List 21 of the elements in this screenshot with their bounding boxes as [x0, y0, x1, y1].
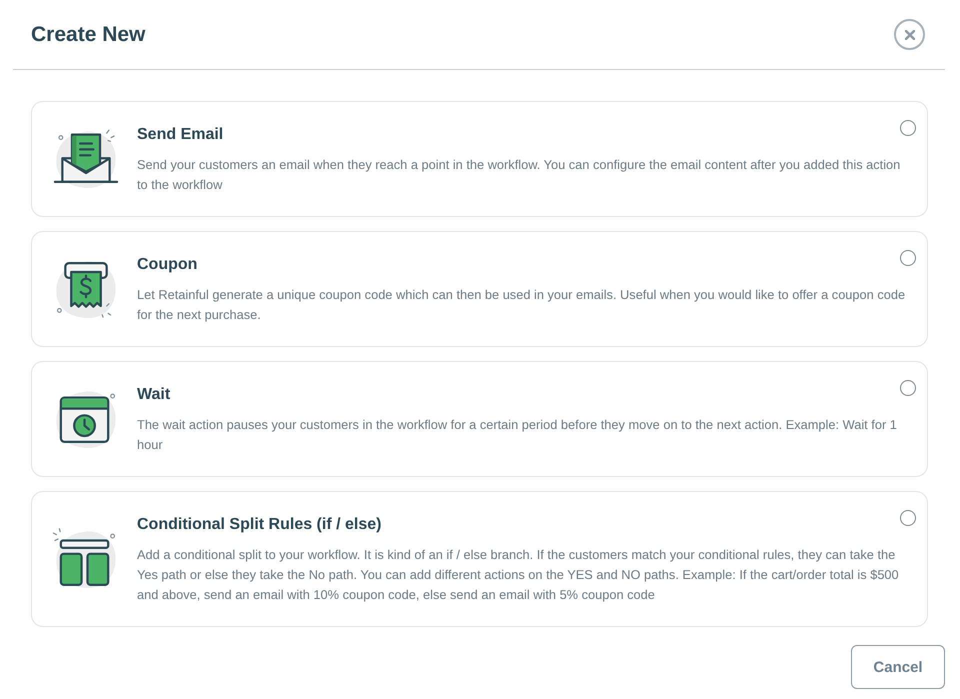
cancel-button[interactable]: Cancel	[851, 645, 945, 689]
option-card[interactable]: Coupon Let Retainful generate a unique coupon code which can then be used in your emails. Useful when you would like to offer a coupon code for the next purchase.	[31, 231, 928, 347]
option-description: Add a conditional split to your workflow. It is kind of an if / else branch. If the customers match your conditional rules, they can take the Yes path or else they take the No path. You can add different actions on the YES and NO paths. Example: If the cart/order total is $500 and above, send an email with 10% coupon code, else send an email with 5% coupon code	[137, 546, 900, 604]
option-title: Conditional Split Rules (if / else)	[137, 515, 382, 535]
option-description: Let Retainful generate a unique coupon code which can then be used in your emails. Useful when you would like to offer a coupon code for the next purchase.	[137, 286, 906, 324]
radio-button[interactable]	[900, 250, 916, 266]
envelope-letter-icon	[52, 127, 120, 191]
option-description: Send your customers an email when they reach a point in the workflow. You can configure the email content after you added this action to the workflow	[137, 156, 902, 194]
option-description: The wait action pauses your customers in the workflow for a certain period before they move on to the next action. Example: Wait for 1 hour	[137, 416, 898, 454]
option-title: Coupon	[137, 255, 198, 275]
radio-button[interactable]	[900, 120, 916, 136]
radio-button[interactable]	[900, 380, 916, 396]
close-button[interactable]	[894, 19, 925, 50]
option-card[interactable]: Send Email Send your customers an email when they reach a point in the workflow. You can configure the email content after you added this action to the workflow	[31, 101, 928, 217]
dialog-title: Create New	[31, 22, 146, 46]
close-icon	[904, 30, 914, 40]
option-card[interactable]	[31, 491, 928, 627]
option-title: Wait	[137, 385, 170, 405]
option-card[interactable]: Wait The wait action pauses your customers in the workflow for a certain period before they move on to the next action. Example: Wait for 1 hour	[31, 361, 928, 477]
option-title: Send Email	[137, 125, 224, 145]
radio-button[interactable]	[900, 510, 916, 526]
